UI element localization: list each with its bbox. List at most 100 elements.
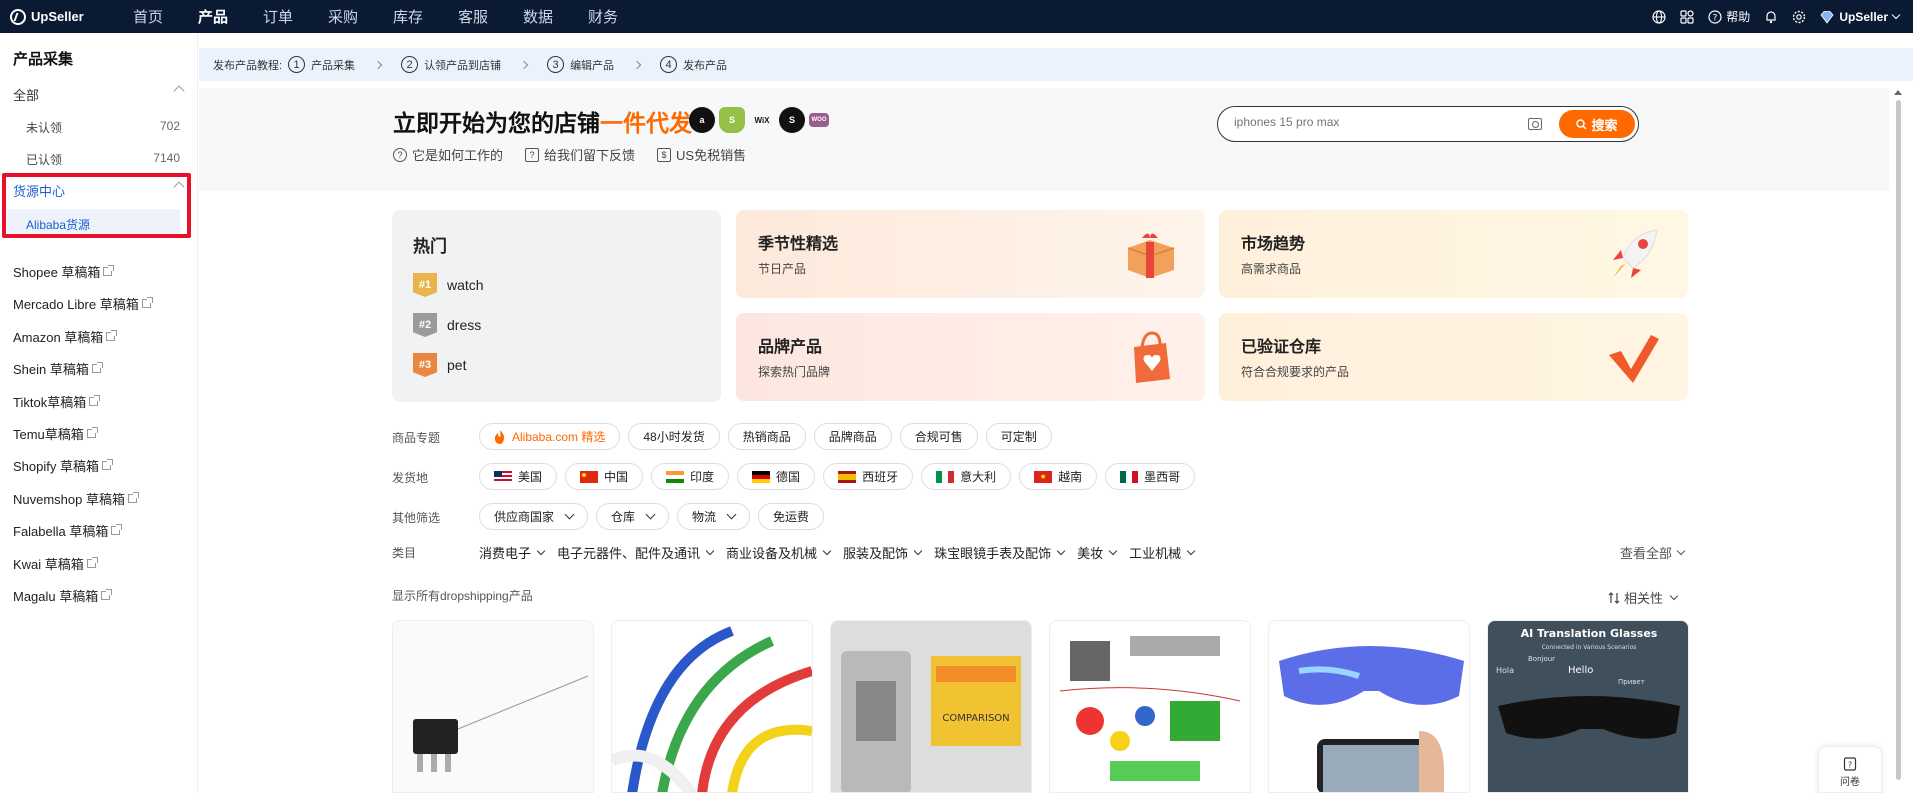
sidebar-item-mercado[interactable]: Mercado Libre 草稿箱 — [13, 294, 153, 313]
brand-products-card[interactable]: 品牌产品 探索热门品牌 — [736, 313, 1205, 401]
sidebar-item-magalu[interactable]: Magalu 草稿箱 — [13, 586, 113, 605]
chip-country-in[interactable]: 印度 — [651, 463, 730, 490]
seasonal-picks-card[interactable]: 季节性精选 节日产品 — [736, 210, 1205, 298]
chip-country-mx[interactable]: 墨西哥 — [1105, 463, 1196, 490]
category-consumer-electronics[interactable]: 消费电子 — [479, 543, 546, 562]
sort-icon — [1608, 591, 1620, 604]
sidebar-item-shopee[interactable]: Shopee 草稿箱 — [13, 262, 115, 281]
product-card[interactable]: COMPARISON — [830, 620, 1032, 793]
chip-alibaba-selection[interactable]: Alibaba.com 精选 — [479, 423, 621, 450]
sidebar-item-nuvemshop[interactable]: Nuvemshop 草稿箱 — [13, 489, 139, 508]
chip-country-it[interactable]: 意大利 — [921, 463, 1012, 490]
chip-country-cn[interactable]: 中国 — [565, 463, 644, 490]
category-apparel[interactable]: 服装及配饰 — [843, 543, 923, 562]
market-trends-card[interactable]: 市场趋势 高需求商品 — [1219, 210, 1688, 298]
nav-data[interactable]: 数据 — [512, 6, 577, 27]
chip-country-vn[interactable]: 越南 — [1019, 463, 1098, 490]
survey-float-button[interactable]: ? 问卷 — [1818, 746, 1882, 793]
bell-icon[interactable] — [1764, 10, 1778, 24]
chip-country-es[interactable]: 西班牙 — [823, 463, 914, 490]
page-scrollbar-thumb[interactable] — [1896, 100, 1901, 780]
chip-hot-selling[interactable]: 热销商品 — [727, 423, 806, 450]
nav-purchase[interactable]: 采购 — [317, 6, 382, 27]
gear-icon[interactable] — [1792, 10, 1806, 24]
sidebar-item-shopify[interactable]: Shopify 草稿箱 — [13, 456, 113, 475]
sort-dropdown[interactable]: 相关性 — [1608, 588, 1679, 607]
category-industrial[interactable]: 工业机械 — [1129, 543, 1196, 562]
step-3[interactable]: 3 编辑产品 — [547, 56, 614, 73]
hero-title-main: 立即开始为您的店铺 — [393, 110, 600, 136]
step-1[interactable]: 1 产品采集 — [288, 56, 355, 73]
sidebar-item-claimed[interactable]: 已认领 7140 — [26, 151, 180, 168]
apps-grid-icon[interactable] — [1680, 9, 1694, 24]
nav-finance[interactable]: 财务 — [577, 6, 642, 27]
free-shipping-chip[interactable]: 免运费 — [758, 503, 825, 530]
rank-badge: #1 — [413, 273, 437, 297]
chip-label: 意大利 — [960, 470, 997, 484]
chip-label: 热销商品 — [742, 430, 791, 444]
search-input[interactable] — [1234, 115, 1524, 129]
nav-service[interactable]: 客服 — [447, 6, 512, 27]
see-all-categories-link[interactable]: 查看全部 — [1620, 543, 1686, 562]
step-2[interactable]: 2 认领产品到店铺 — [401, 56, 501, 73]
sidebar-item-amazon[interactable]: Amazon 草稿箱 — [13, 327, 118, 346]
help-link[interactable]: ? 帮助 — [1708, 8, 1750, 25]
nav-home[interactable]: 首页 — [122, 6, 187, 27]
nav-inventory[interactable]: 库存 — [382, 6, 447, 27]
chip-country-de[interactable]: 德国 — [737, 463, 816, 490]
scroll-up-arrow-icon[interactable] — [1894, 90, 1902, 95]
glasses-subtitle-text: Connected in Various Scenarios — [1542, 644, 1637, 651]
sidebar-item-label: 已认领 — [26, 153, 63, 167]
chip-compliant[interactable]: 合规可售 — [899, 423, 978, 450]
product-card[interactable] — [392, 620, 594, 793]
chip-country-us[interactable]: 美国 — [479, 463, 558, 490]
sidebar-item-temu[interactable]: Temu草稿箱 — [13, 424, 98, 443]
sidebar-item-kwai[interactable]: Kwai 草稿箱 — [13, 554, 98, 573]
feedback-link[interactable]: ? 给我们留下反馈 — [525, 145, 635, 164]
product-card[interactable] — [1049, 620, 1251, 793]
product-search-box: 搜索 — [1217, 106, 1639, 142]
product-image-arcade-parts — [1059, 636, 1241, 781]
camera-icon[interactable] — [1528, 118, 1542, 130]
category-beauty[interactable]: 美妆 — [1077, 543, 1118, 562]
sidebar-item-tiktok[interactable]: Tiktok草稿箱 — [13, 392, 101, 411]
hero-title: 立即开始为您的店铺一件代发 — [393, 104, 692, 138]
show-all-label: 显示所有dropshipping产品 — [392, 589, 533, 603]
hot-item-2[interactable]: #2 dress — [413, 313, 481, 337]
logistics-dropdown[interactable]: 物流 — [677, 503, 751, 530]
category-electronic-components[interactable]: 电子元器件、配件及通讯 — [557, 543, 715, 562]
chevron-right-icon — [373, 60, 383, 69]
sidebar-item-falabella[interactable]: Falabella 草稿箱 — [13, 521, 123, 540]
user-menu[interactable]: UpSeller — [1820, 10, 1901, 24]
nav-products[interactable]: 产品 — [187, 6, 252, 27]
chip-48h-shipping[interactable]: 48小时发货 — [628, 423, 720, 450]
brand-logo[interactable]: UpSeller — [10, 8, 122, 25]
product-card[interactable] — [611, 620, 813, 793]
sidebar-item-shein[interactable]: Shein 草稿箱 — [13, 359, 103, 378]
svg-text:?: ? — [1848, 761, 1852, 770]
squarespace-logo-icon: S — [779, 107, 805, 133]
chip-customizable[interactable]: 可定制 — [985, 423, 1052, 450]
supplier-country-dropdown[interactable]: 供应商国家 — [479, 503, 589, 530]
chip-label: 免运费 — [773, 510, 810, 524]
hot-item-3[interactable]: #3 pet — [413, 353, 466, 377]
how-it-works-link[interactable]: ? 它是如何工作的 — [393, 145, 503, 164]
chip-brand-products[interactable]: 品牌商品 — [813, 423, 892, 450]
chevron-down-icon — [536, 546, 546, 555]
globe-icon[interactable] — [1652, 9, 1666, 24]
card-title: 季节性精选 — [758, 236, 839, 253]
category-commercial-equipment[interactable]: 商业设备及机械 — [726, 543, 832, 562]
step-4[interactable]: 4 发布产品 — [660, 56, 727, 73]
category-jewelry[interactable]: 珠宝眼镜手表及配饰 — [934, 543, 1066, 562]
glasses-word-bonjour: Bonjour — [1528, 655, 1555, 663]
search-button[interactable]: 搜索 — [1559, 110, 1635, 138]
hot-item-1[interactable]: #1 watch — [413, 273, 484, 297]
product-card[interactable] — [1268, 620, 1470, 793]
sidebar-group-all[interactable]: 全部 — [13, 85, 185, 104]
product-card[interactable]: AI Translation Glasses Connected in Vario… — [1487, 620, 1689, 793]
sidebar-item-unclaimed[interactable]: 未认领 702 — [26, 119, 180, 136]
warehouse-dropdown[interactable]: 仓库 — [596, 503, 670, 530]
nav-orders[interactable]: 订单 — [252, 6, 317, 27]
verified-warehouse-card[interactable]: 已验证仓库 符合合规要求的产品 — [1219, 313, 1688, 401]
us-tax-free-link[interactable]: $ US免税销售 — [657, 145, 746, 164]
